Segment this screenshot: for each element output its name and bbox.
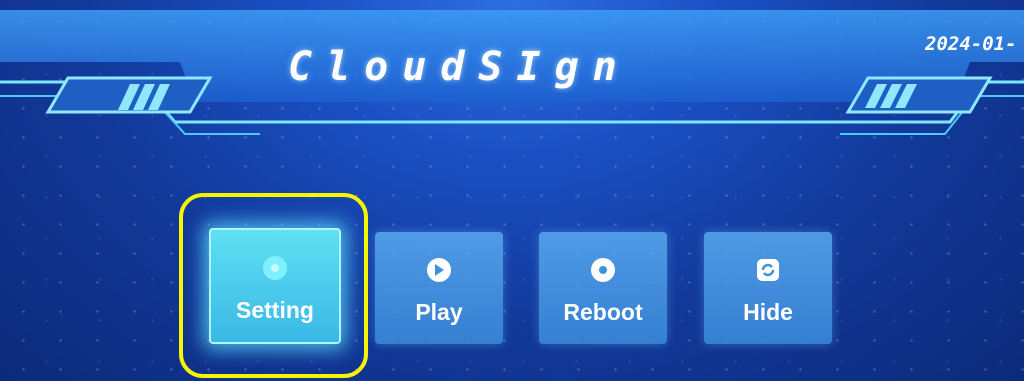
hide-label: Hide bbox=[743, 299, 793, 325]
reboot-button[interactable]: Reboot bbox=[539, 232, 667, 344]
play-label: Play bbox=[415, 299, 463, 325]
app-logo: CloudSIgn bbox=[288, 44, 631, 90]
play-button[interactable]: Play bbox=[375, 232, 503, 344]
hide-button[interactable]: Hide bbox=[704, 232, 832, 344]
date-clock: 2024-01- bbox=[925, 33, 1017, 55]
launcher-screen: CloudSIgn 2024-01- Setting Play Reboot H… bbox=[0, 0, 1024, 381]
reboot-icon bbox=[591, 258, 615, 282]
hide-icon bbox=[757, 259, 779, 281]
reboot-label: Reboot bbox=[563, 299, 643, 325]
selection-highlight bbox=[179, 193, 368, 378]
play-icon bbox=[427, 258, 451, 282]
